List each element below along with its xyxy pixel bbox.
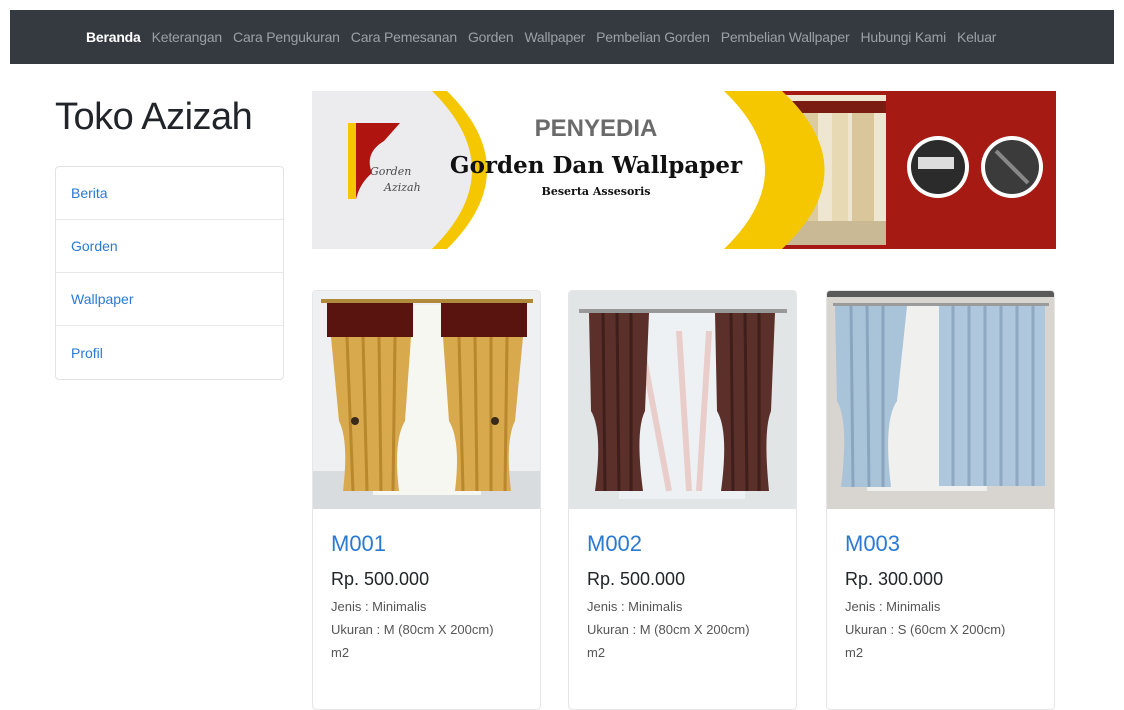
product-type: Jenis : Minimalis xyxy=(587,599,683,614)
product-card[interactable]: M003 Rp. 300.000 Jenis : Minimalis Ukura… xyxy=(826,290,1055,710)
sidebar-item-wallpaper[interactable]: Wallpaper xyxy=(56,273,283,326)
product-unit: m2 xyxy=(845,645,864,660)
product-price: Rp. 300.000 xyxy=(845,569,944,589)
brown-curtain-image xyxy=(569,291,796,509)
product-size: Ukuran : M (80cm X 200cm) xyxy=(331,622,494,637)
nav-link-cara-pengukuran[interactable]: Cara Pengukuran xyxy=(233,29,340,45)
sidebar-menu: Berita Gorden Wallpaper Profil xyxy=(55,166,284,380)
blue-curtain-image xyxy=(827,291,1054,509)
nav-link-gorden[interactable]: Gorden xyxy=(468,29,514,45)
sidebar-item-berita[interactable]: Berita xyxy=(56,167,283,220)
product-size: Ukuran : M (80cm X 200cm) xyxy=(587,622,750,637)
product-code-link[interactable]: M003 xyxy=(845,531,1036,557)
sidebar-item-gorden[interactable]: Gorden xyxy=(56,220,283,273)
banner-graphic: Gorden Azizah PENYEDIA Gorden Dan Wallpa… xyxy=(312,91,1056,249)
nav-link-keluar[interactable]: Keluar xyxy=(957,29,996,45)
product-card[interactable]: M001 Rp. 500.000 Jenis : Minimalis Ukura… xyxy=(312,290,541,710)
nav-link-hubungi-kami[interactable]: Hubungi Kami xyxy=(860,29,946,45)
product-size: Ukuran : S (60cm X 200cm) xyxy=(845,622,1006,637)
site-title: Toko Azizah xyxy=(55,96,253,138)
nav-link-wallpaper[interactable]: Wallpaper xyxy=(524,29,585,45)
product-price: Rp. 500.000 xyxy=(331,569,430,589)
nav-link-keterangan[interactable]: Keterangan xyxy=(152,29,223,45)
hero-banner: Gorden Azizah PENYEDIA Gorden Dan Wallpa… xyxy=(312,91,1056,249)
product-type: Jenis : Minimalis xyxy=(845,599,941,614)
sidebar-item-profil[interactable]: Profil xyxy=(56,326,283,379)
product-type: Jenis : Minimalis xyxy=(331,599,427,614)
gold-curtain-image xyxy=(313,291,540,509)
nav-link-pembelian-wallpaper[interactable]: Pembelian Wallpaper xyxy=(721,29,850,45)
product-price: Rp. 500.000 xyxy=(587,569,686,589)
nav-link-cara-pemesanan[interactable]: Cara Pemesanan xyxy=(351,29,457,45)
banner-tagline: Beserta Assesoris xyxy=(542,185,651,198)
product-unit: m2 xyxy=(587,645,606,660)
top-navbar: Beranda Keterangan Cara Pengukuran Cara … xyxy=(10,10,1114,64)
nav-link-beranda[interactable]: Beranda xyxy=(86,29,141,45)
banner-heading: PENYEDIA xyxy=(535,115,658,142)
product-card[interactable]: M002 Rp. 500.000 Jenis : Minimalis Ukura… xyxy=(568,290,797,710)
banner-subheading: Gorden Dan Wallpaper xyxy=(450,152,743,179)
product-code-link[interactable]: M002 xyxy=(587,531,778,557)
svg-text:Azizah: Azizah xyxy=(383,181,421,194)
nav-link-pembelian-gorden[interactable]: Pembelian Gorden xyxy=(596,29,710,45)
product-code-link[interactable]: M001 xyxy=(331,531,522,557)
svg-text:Gorden: Gorden xyxy=(370,165,411,178)
product-unit: m2 xyxy=(331,645,350,660)
